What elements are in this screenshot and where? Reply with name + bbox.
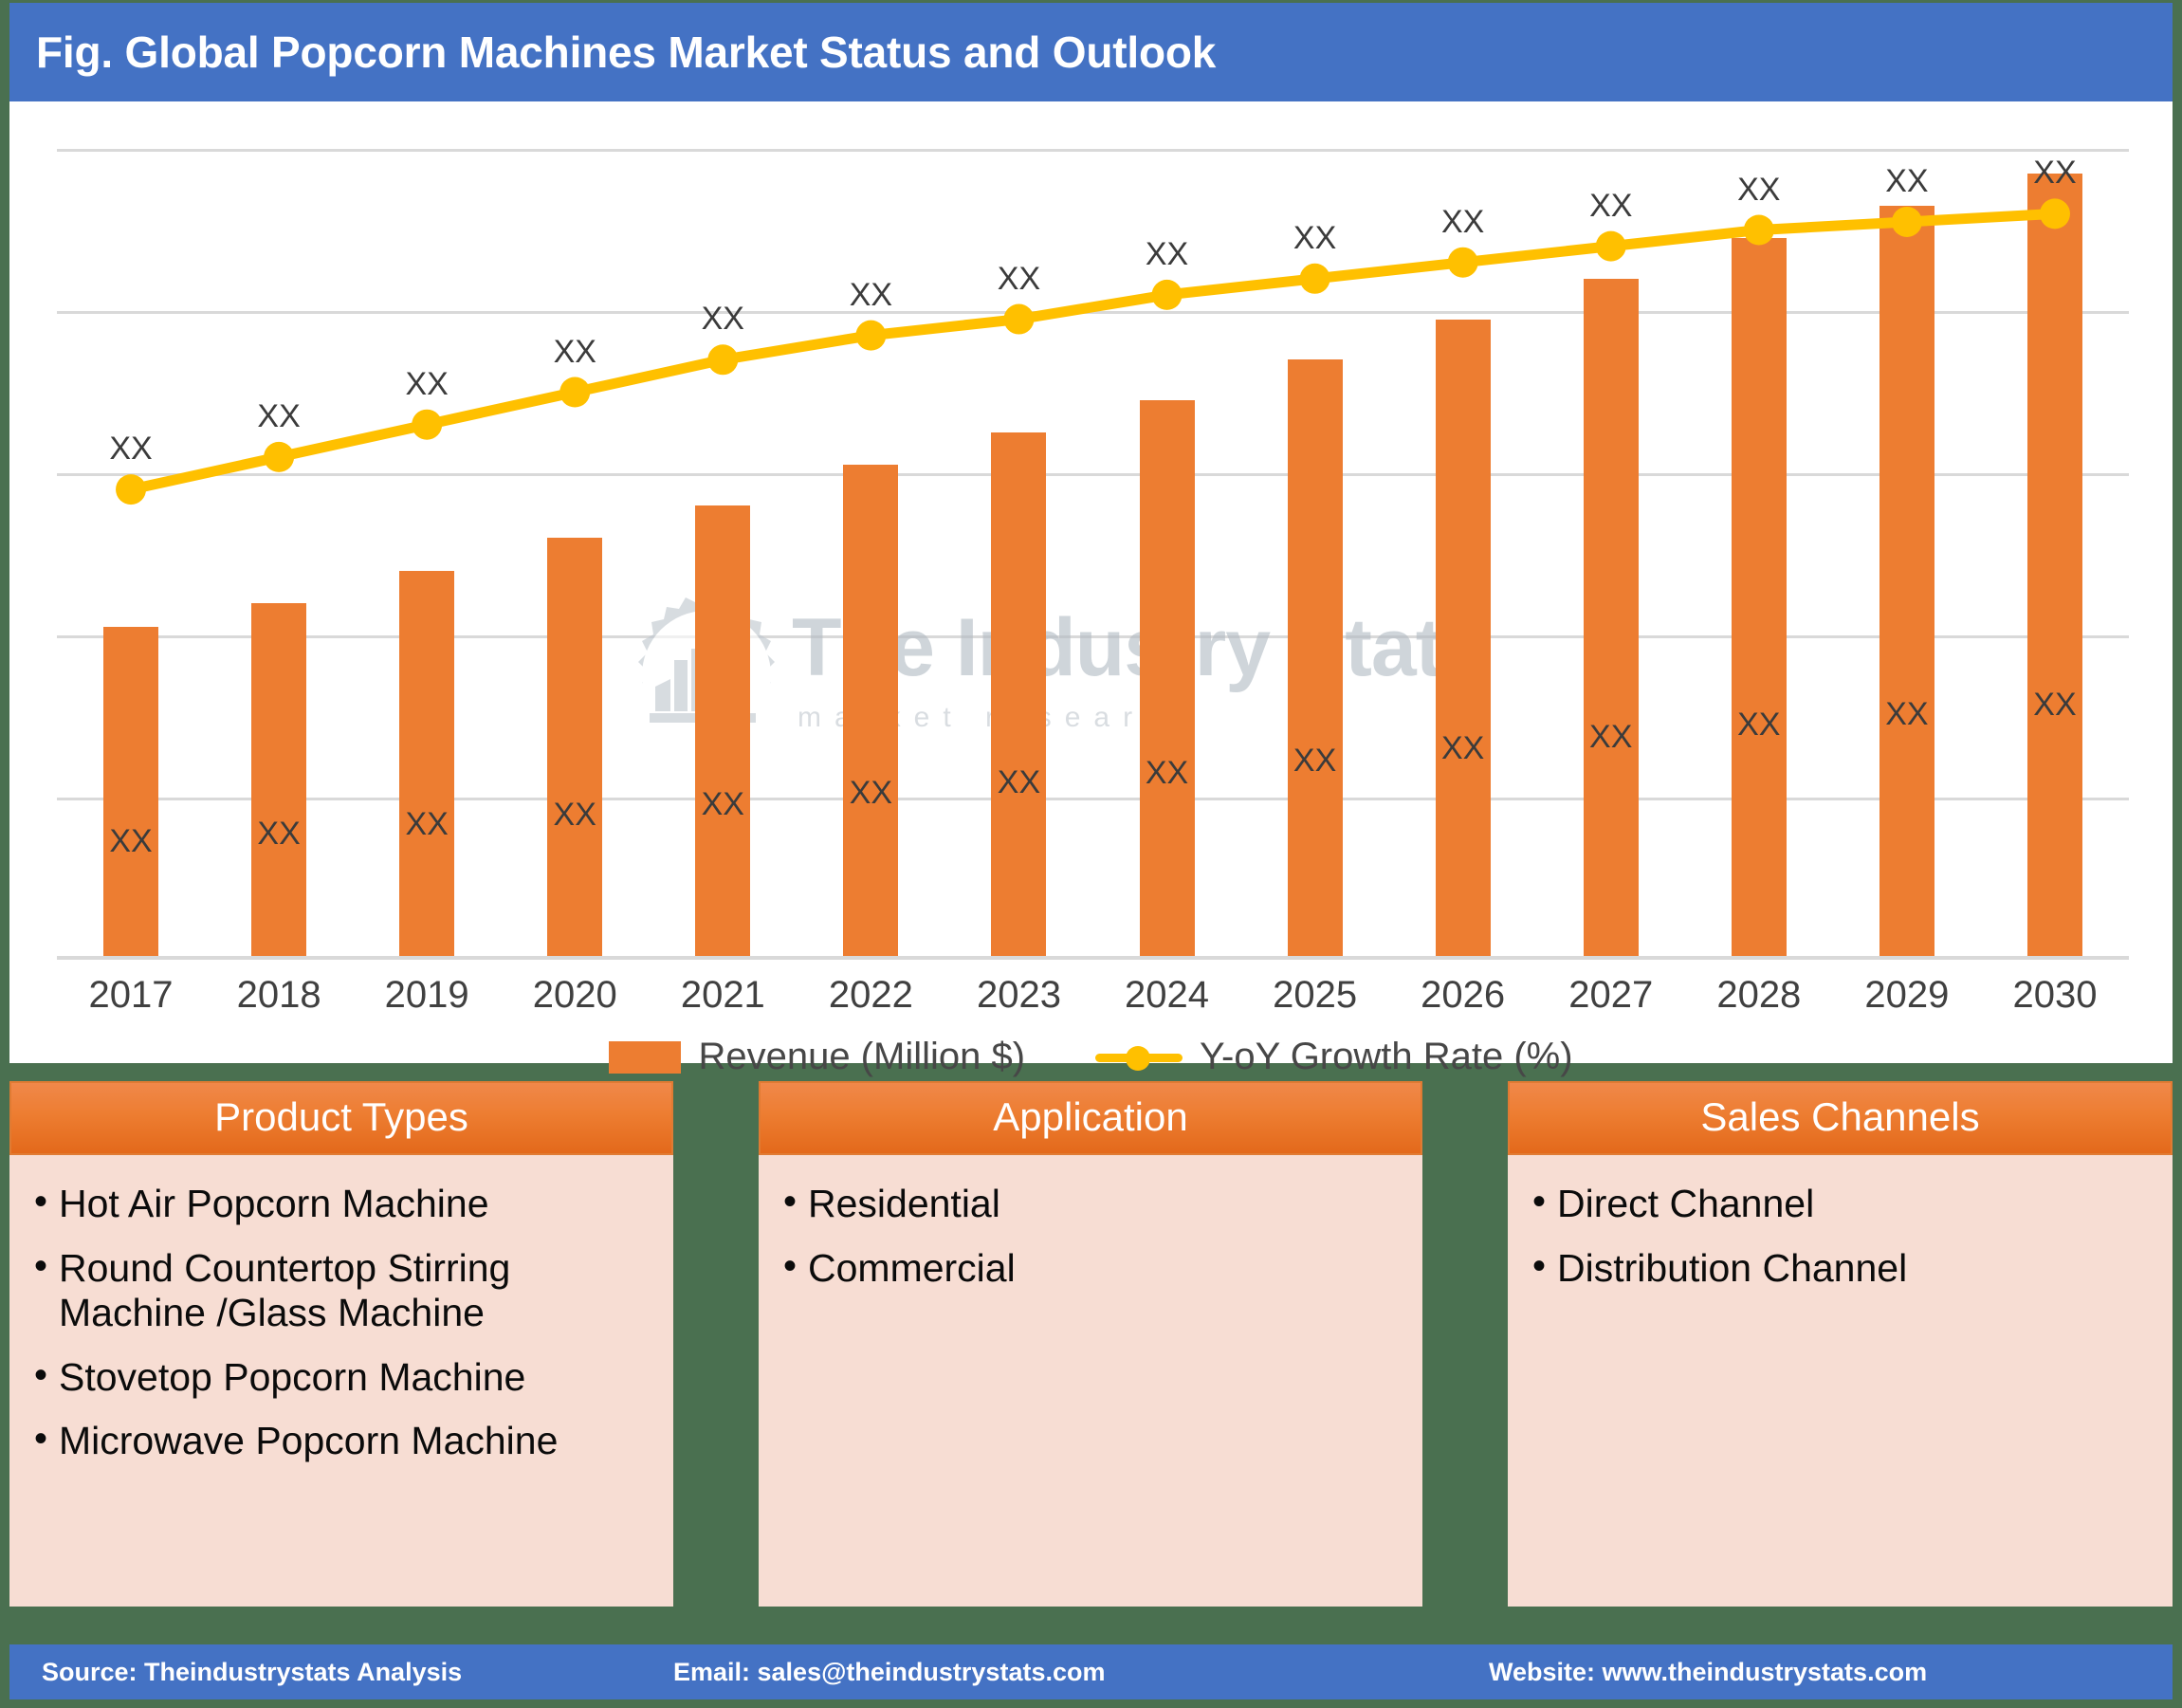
x-axis-tick-label: 2017 — [88, 974, 174, 1016]
x-axis-tick-label: 2020 — [532, 974, 617, 1016]
list-item: Commercial — [779, 1244, 1402, 1292]
panel-product-types: Product Types Hot Air Popcorn Machine Ro… — [9, 1081, 673, 1607]
list-item: Round Countertop Stirring Machine /Glass… — [30, 1244, 652, 1336]
chart-area: The Industry Stats market research XXXXX… — [9, 101, 2173, 1077]
line-data-label: XX — [997, 260, 1041, 297]
panel-application: Application Residential Commercial — [759, 1081, 1422, 1607]
line-marker[interactable] — [1003, 303, 1035, 335]
list-sales-channels: Direct Channel Distribution Channel — [1529, 1180, 2152, 1292]
page-title: Fig. Global Popcorn Machines Market Stat… — [36, 28, 1217, 77]
line-series — [116, 198, 2070, 505]
list-application: Residential Commercial — [779, 1180, 1402, 1292]
line-marker[interactable] — [264, 441, 295, 472]
list-item: Microwave Popcorn Machine — [30, 1417, 652, 1464]
list-item: Stovetop Popcorn Machine — [30, 1353, 652, 1401]
line-marker[interactable] — [1743, 214, 1774, 246]
line-data-label: XX — [701, 301, 744, 338]
x-axis-tick-label: 2028 — [1716, 974, 1802, 1016]
line-data-label: XX — [257, 397, 301, 434]
list-item: Distribution Channel — [1529, 1244, 2152, 1292]
footer-website: Website: www.theindustrystats.com — [1489, 1657, 1928, 1686]
title-bar: Fig. Global Popcorn Machines Market Stat… — [9, 3, 2173, 101]
line-data-label: XX — [2033, 155, 2077, 192]
line-marker[interactable] — [1595, 230, 1626, 262]
line-data-label: XX — [849, 276, 893, 313]
x-axis-tick-label: 2023 — [976, 974, 1061, 1016]
footer-bar: Source: Theindustrystats Analysis Email:… — [9, 1644, 2173, 1699]
chart-card: Fig. Global Popcorn Machines Market Stat… — [9, 3, 2173, 1077]
panel-title-application: Application — [759, 1081, 1422, 1155]
panel-title-sales-channels: Sales Channels — [1508, 1081, 2173, 1155]
line-marker[interactable] — [2039, 198, 2070, 230]
line-marker[interactable] — [855, 320, 887, 351]
line-data-label: XX — [1145, 235, 1189, 272]
line-data-label: XX — [109, 431, 153, 468]
panel-body-sales-channels: Direct Channel Distribution Channel — [1508, 1155, 2173, 1607]
line-data-label: XX — [1293, 219, 1337, 256]
x-axis-tick-label: 2019 — [384, 974, 469, 1016]
line-data-label: XX — [405, 365, 449, 402]
list-item: Direct Channel — [1529, 1180, 2152, 1227]
x-axis-tick-label: 2027 — [1568, 974, 1654, 1016]
panel-body-application: Residential Commercial — [759, 1155, 1422, 1607]
x-axis-tick-label: 2018 — [236, 974, 321, 1016]
x-axis-tick-label: 2026 — [1421, 974, 1506, 1016]
line-data-label: XX — [1737, 171, 1781, 208]
x-axis-tick-label: 2025 — [1273, 974, 1358, 1016]
x-axis-tick-label: 2021 — [680, 974, 765, 1016]
footer-email: Email: sales@theindustrystats.com — [673, 1657, 1106, 1686]
plot-region: The Industry Stats market research XXXXX… — [57, 149, 2129, 960]
line-marker[interactable] — [559, 376, 591, 408]
x-axis-labels: 2017 2018 2019 2020 2021 2022 2023 2024 2025 2026… — [57, 974, 2129, 1031]
x-axis-tick-label: 2022 — [828, 974, 913, 1016]
panel-body-product-types: Hot Air Popcorn Machine Round Countertop… — [9, 1155, 673, 1607]
segment-panels: Product Types Hot Air Popcorn Machine Ro… — [0, 1070, 2182, 1631]
x-axis-tick-label: 2029 — [1864, 974, 1950, 1016]
list-product-types: Hot Air Popcorn Machine Round Countertop… — [30, 1180, 652, 1464]
legend-swatch-line-icon — [1095, 1043, 1183, 1072]
panel-sales-channels: Sales Channels Direct Channel Distributi… — [1508, 1081, 2173, 1607]
line-data-label: XX — [1589, 187, 1633, 224]
line-marker[interactable] — [116, 474, 147, 505]
line-marker[interactable] — [1151, 279, 1183, 310]
list-item: Residential — [779, 1180, 1402, 1227]
legend-swatch-bar-icon — [609, 1040, 682, 1074]
line-data-label: XX — [553, 333, 596, 370]
line-marker[interactable] — [1447, 247, 1478, 278]
x-axis-tick-label: 2024 — [1125, 974, 1210, 1016]
x-axis-tick-label: 2030 — [2012, 974, 2098, 1016]
line-data-label: XX — [1440, 203, 1485, 240]
footer-source: Source: Theindustrystats Analysis — [42, 1657, 463, 1686]
line-marker[interactable] — [1299, 263, 1330, 294]
line-marker[interactable] — [412, 409, 443, 440]
line-marker[interactable] — [1891, 206, 1922, 237]
list-item: Hot Air Popcorn Machine — [30, 1180, 652, 1227]
x-axis-line — [57, 956, 2129, 960]
line-data-label: XX — [1885, 162, 1929, 199]
line-marker[interactable] — [707, 344, 739, 376]
poster-root: Fig. Global Popcorn Machines Market Stat… — [0, 0, 2182, 1708]
panel-title-product-types: Product Types — [9, 1081, 673, 1155]
line-path — [125, 208, 2061, 495]
